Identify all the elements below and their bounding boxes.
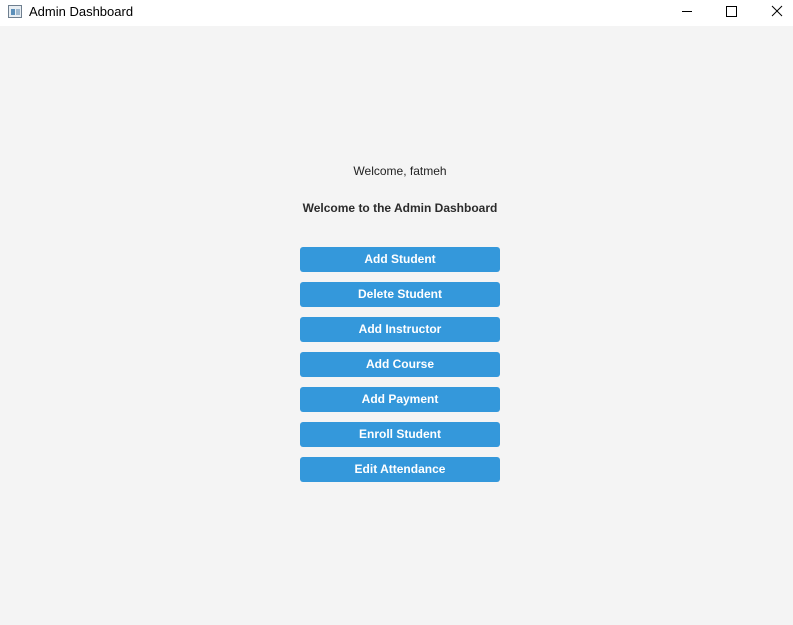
delete-student-button[interactable]: Delete Student: [300, 282, 500, 307]
add-instructor-button[interactable]: Add Instructor: [300, 317, 500, 342]
welcome-user-label: Welcome, fatmeh: [353, 164, 447, 178]
title-bar[interactable]: Admin Dashboard: [0, 0, 793, 26]
window-title: Admin Dashboard: [29, 4, 134, 19]
minimize-icon: [682, 11, 692, 12]
close-button[interactable]: [754, 0, 793, 26]
add-payment-button[interactable]: Add Payment: [300, 387, 500, 412]
dashboard-content: Welcome, fatmeh Welcome to the Admin Das…: [0, 26, 793, 625]
minimize-button[interactable]: [664, 0, 710, 26]
app-window: Admin Dashboard Welcome, fatmeh Welcome …: [0, 0, 793, 625]
add-course-button[interactable]: Add Course: [300, 352, 500, 377]
app-window-icon: [8, 5, 22, 18]
edit-attendance-button[interactable]: Edit Attendance: [300, 457, 500, 482]
add-student-button[interactable]: Add Student: [300, 247, 500, 272]
maximize-icon: [726, 6, 737, 17]
dashboard-heading: Welcome to the Admin Dashboard: [302, 201, 498, 215]
close-icon: [771, 5, 783, 17]
maximize-button[interactable]: [709, 0, 755, 26]
enroll-student-button[interactable]: Enroll Student: [300, 422, 500, 447]
